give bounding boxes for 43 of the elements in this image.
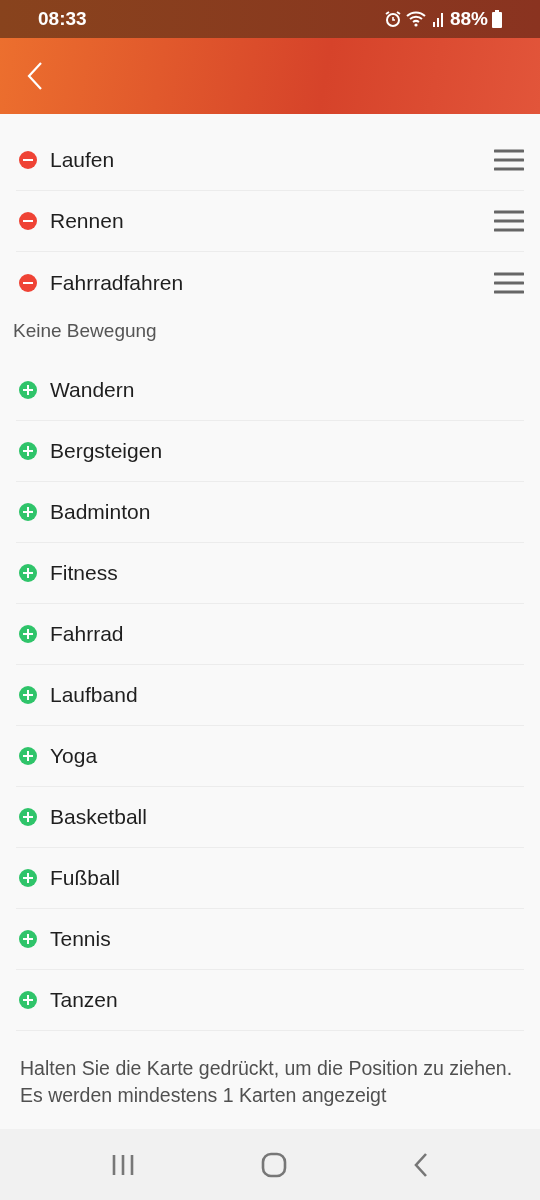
sport-name: Basketball [50, 804, 147, 831]
home-icon[interactable] [261, 1152, 287, 1178]
add-icon[interactable] [18, 807, 38, 827]
add-icon[interactable] [18, 868, 38, 888]
signal-icon [431, 10, 446, 28]
add-icon[interactable] [18, 502, 38, 522]
add-icon[interactable] [18, 990, 38, 1010]
remove-icon[interactable] [18, 150, 38, 170]
remove-icon[interactable] [18, 211, 38, 231]
remove-icon[interactable] [18, 272, 38, 293]
section-title: Keine Bewegung [12, 319, 158, 343]
drag-handle-icon[interactable] [494, 149, 524, 171]
sport-name: Yoga [50, 743, 98, 770]
drag-handle-icon[interactable] [494, 271, 524, 294]
back-icon[interactable] [413, 1152, 429, 1178]
sport-name: Tanzen [50, 987, 118, 1014]
sport-name: Tennis [50, 926, 111, 953]
add-icon[interactable] [18, 929, 38, 949]
sport-name: Laufband [50, 682, 138, 709]
hint-text: Halten Sie die Karte gedrückt, um die Position zu ziehen. Es werden mindestens 1 Karten angezeigt [19, 1056, 514, 1109]
battery-level: 88% [449, 6, 488, 31]
sport-name: Fahrradfahren [50, 269, 184, 296]
add-icon[interactable] [18, 746, 38, 766]
add-icon[interactable] [18, 685, 38, 705]
wifi-icon [405, 10, 428, 28]
recent-apps-icon[interactable] [111, 1154, 135, 1176]
sport-name: Bergsteigen [50, 438, 163, 465]
drag-handle-icon[interactable] [494, 210, 524, 232]
sport-name: Badminton [50, 499, 151, 526]
sport-name: Wandern [50, 377, 135, 404]
add-icon[interactable] [18, 441, 38, 461]
add-icon[interactable] [18, 624, 38, 644]
sport-name: Fahrrad [50, 621, 124, 648]
status-time: 08:33 [38, 6, 87, 31]
sport-name: Rennen [50, 208, 124, 235]
sport-name: Fitness [50, 560, 118, 587]
sport-name: Laufen [50, 147, 115, 174]
alarm-icon [383, 10, 402, 28]
add-icon[interactable] [18, 563, 38, 583]
add-icon[interactable] [18, 380, 38, 400]
sport-name: Fußball [50, 865, 121, 892]
battery-icon [492, 10, 502, 28]
back-button[interactable] [26, 61, 44, 91]
